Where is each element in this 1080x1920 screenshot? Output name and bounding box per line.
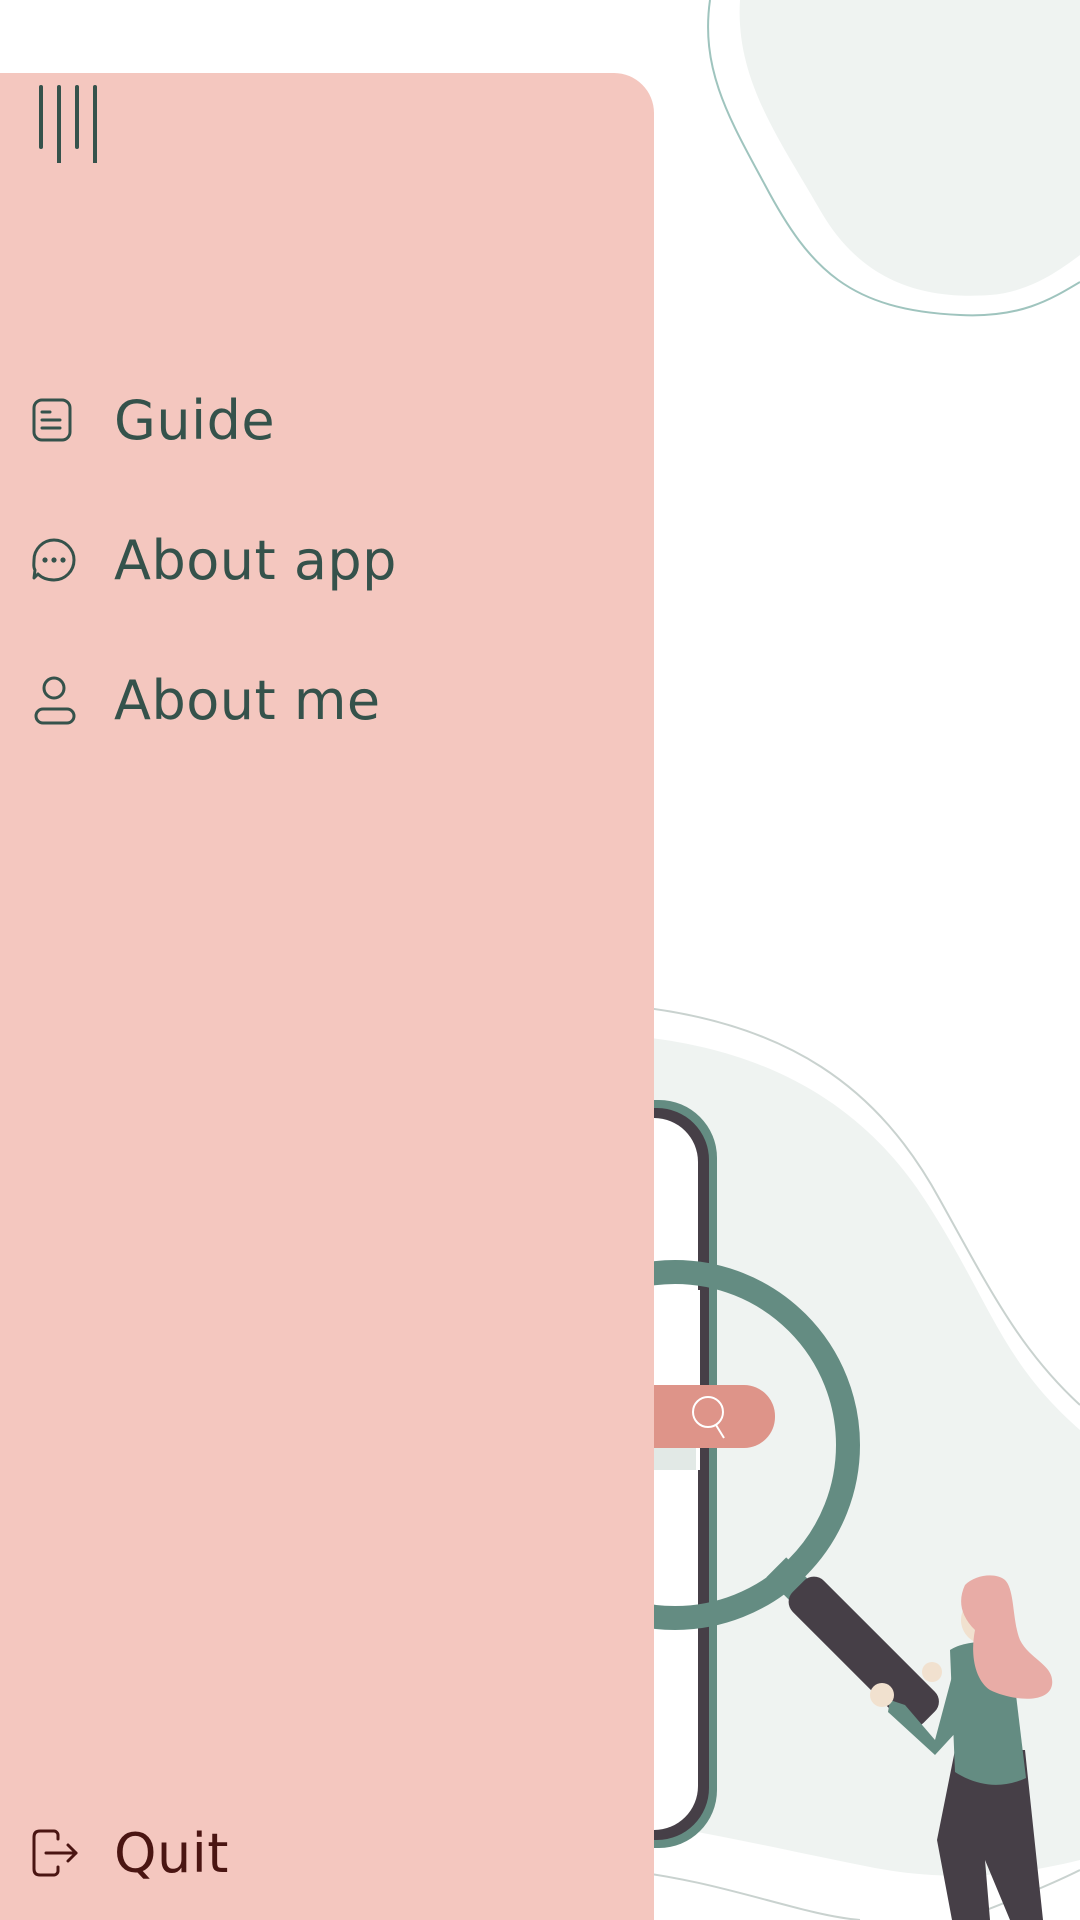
menu-toggle-button[interactable]	[36, 83, 100, 165]
menu-item-label: About app	[114, 528, 397, 592]
document-icon	[32, 398, 72, 442]
top-blob	[739, 0, 1080, 296]
chat-bubble-icon	[32, 538, 76, 582]
navigation-drawer: Guide About app About me Quit	[0, 73, 654, 1920]
logout-icon	[32, 1829, 78, 1877]
app-screen: Guide About app About me Quit	[0, 0, 1080, 1920]
vertical-bars-icon	[39, 85, 97, 165]
menu-item-guide[interactable]: Guide	[28, 380, 275, 460]
quit-label: Quit	[114, 1821, 229, 1885]
menu-item-about-app[interactable]: About app	[28, 520, 397, 600]
person-icon	[34, 676, 76, 725]
menu-item-label: Guide	[114, 388, 276, 452]
menu-item-about-me[interactable]: About me	[28, 660, 381, 740]
menu-item-label: About me	[114, 668, 381, 732]
quit-button[interactable]: Quit	[28, 1813, 229, 1893]
